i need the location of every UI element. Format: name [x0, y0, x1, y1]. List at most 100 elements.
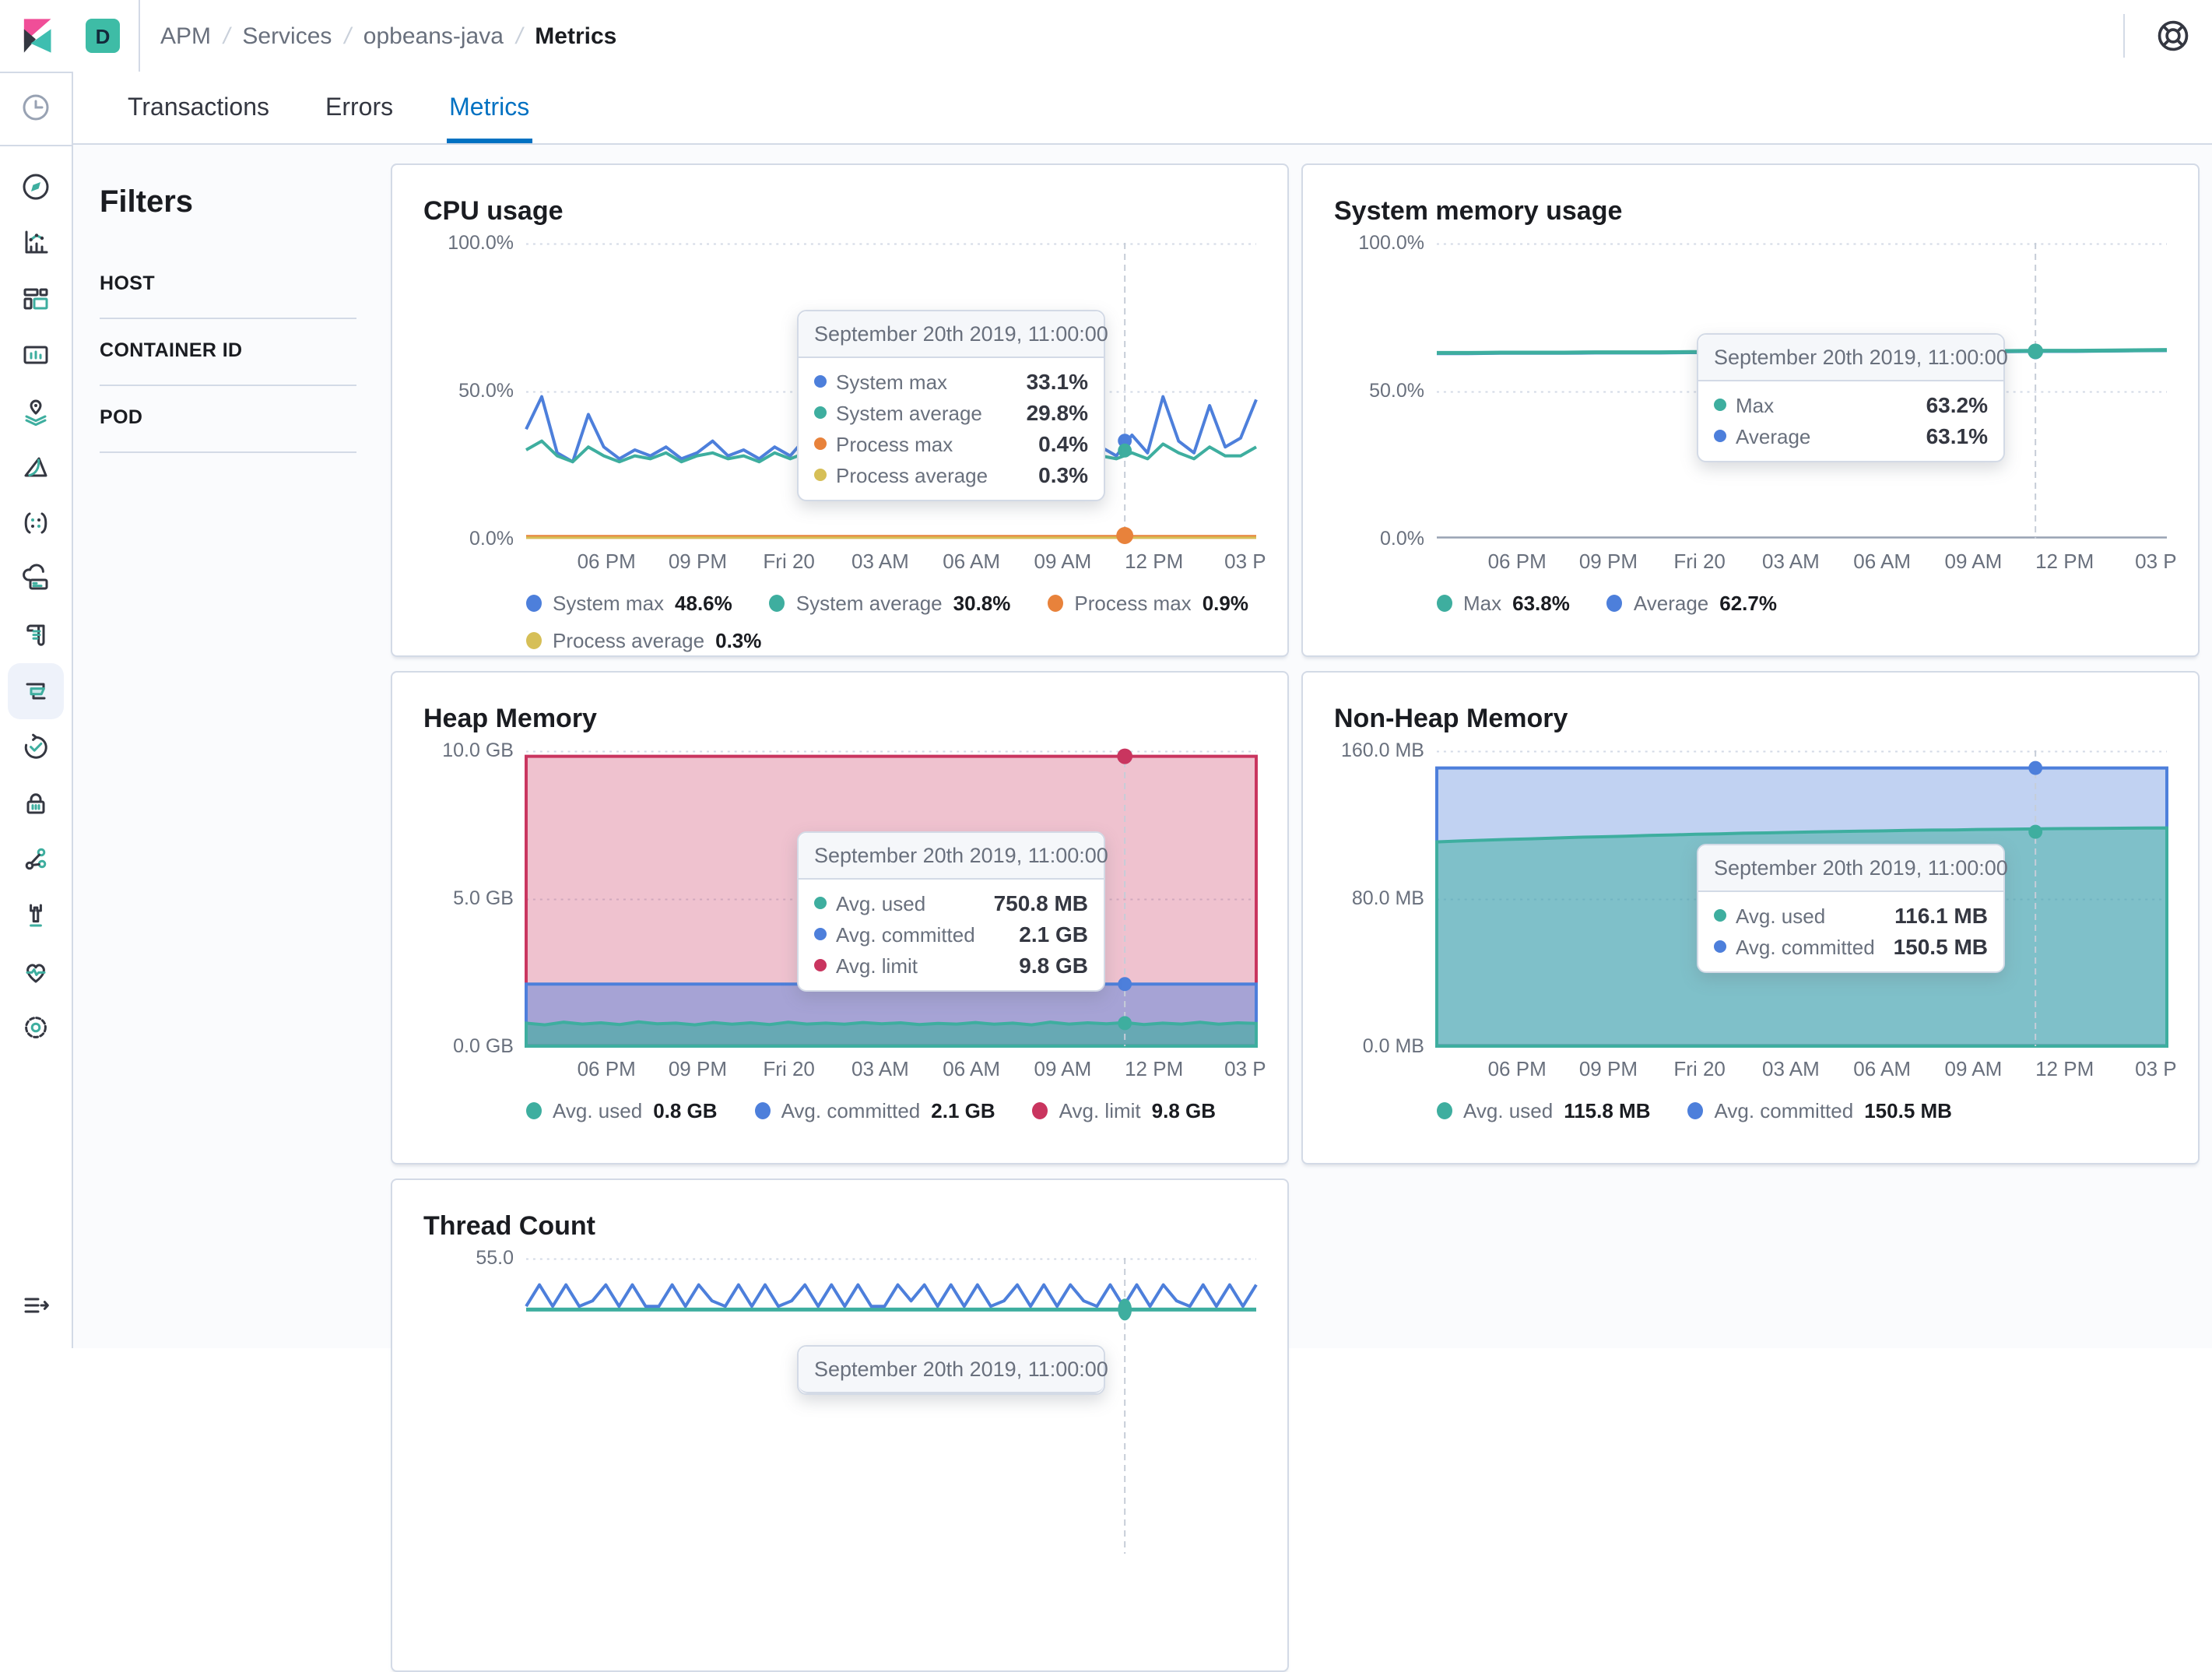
tooltip-row-label: Avg. committed [836, 922, 975, 946]
heart-pulse-icon [8, 943, 64, 999]
legend-value: 2.1 GB [931, 1099, 995, 1122]
legend-item[interactable]: Process max 0.9% [1048, 592, 1248, 615]
x-tick-label: Fri 20 [763, 550, 815, 573]
y-tick-label: 5.0 GB [453, 887, 514, 909]
filter-section-pod[interactable]: POD [100, 386, 356, 453]
sidebar-item-uptime[interactable] [0, 719, 72, 775]
filters-title: Filters [100, 185, 194, 220]
x-tick-label: 12 PM [2035, 1057, 2094, 1080]
legend-item[interactable]: Average 62.7% [1606, 592, 1777, 615]
legend-value: 0.9% [1202, 592, 1248, 615]
chart-plot-area[interactable]: September 20th 2019, 11:00:00 [525, 1258, 1258, 1554]
legend-item[interactable]: Avg. limit 9.8 GB [1032, 1099, 1217, 1122]
y-tick-label: 100.0% [1358, 232, 1424, 254]
sidebar-item-management[interactable] [0, 999, 72, 1056]
tooltip-date: September 20th 2019, 11:00:00 [799, 833, 1108, 880]
x-tick-label: 03 AM [851, 550, 909, 573]
crosshair-marker-teal [2028, 824, 2043, 839]
legend-value: 9.8 GB [1151, 1099, 1217, 1122]
apm-banner-icon [8, 663, 64, 719]
sidebar-collapse-button[interactable] [0, 1270, 72, 1342]
legend-item[interactable]: System average 30.8% [769, 592, 1010, 615]
sidebar-item-discover[interactable] [0, 159, 72, 215]
x-tick-label: 06 PM [577, 550, 636, 573]
sidebar-item-maps[interactable] [0, 383, 72, 439]
space-badge[interactable]: D [86, 19, 120, 53]
legend-value: 150.5 MB [1864, 1099, 1952, 1122]
tab-metrics[interactable]: Metrics [446, 79, 533, 143]
ml-swoosh-icon [8, 439, 64, 495]
y-tick-label: 0.0 MB [1362, 1035, 1424, 1057]
lock-icon [8, 775, 64, 831]
chart-plot-area[interactable]: September 20th 2019, 11:00:00 Max 63.2% Ave… [1437, 243, 2168, 539]
tooltip-row-value: 0.3% [1038, 462, 1088, 487]
y-tick-label: 100.0% [448, 232, 514, 254]
sidebar-item-logs[interactable] [0, 607, 72, 663]
breadcrumb-services[interactable]: Services [242, 23, 332, 49]
legend-item[interactable]: Avg. used 115.8 MB [1437, 1099, 1651, 1122]
orange-dot-icon [814, 437, 827, 450]
sidebar-item-infrastructure[interactable] [0, 551, 72, 607]
tooltip-row-value: 0.4% [1038, 431, 1088, 456]
x-tick-label: 03 P [1224, 550, 1266, 573]
sidebar-item-recently-viewed[interactable] [0, 72, 72, 143]
tooltip-row: Max 63.2% [1714, 392, 1988, 417]
filter-section-container-id[interactable]: CONTAINER ID [100, 319, 356, 386]
clock-icon [8, 79, 64, 135]
sidebar-item-visualize[interactable] [0, 215, 72, 271]
legend-item[interactable]: Avg. committed 2.1 GB [754, 1099, 995, 1122]
x-tick-label: 06 AM [1853, 1057, 1912, 1080]
tooltip-row-label: Process max [836, 432, 953, 455]
x-tick-label: Fri 20 [763, 1057, 815, 1080]
sidebar-item-machine-learning[interactable] [0, 439, 72, 495]
legend-label: Avg. committed [781, 1099, 921, 1122]
tooltip-row-value: 750.8 MB [993, 890, 1088, 915]
legend-value: 0.3% [715, 629, 762, 652]
sidebar-item-dashboard[interactable] [0, 271, 72, 327]
help-button[interactable] [2150, 12, 2196, 59]
breadcrumb-service-name[interactable]: opbeans-java [363, 23, 504, 49]
chart-legend: System max 48.6% System average 30.8% Proces… [526, 592, 1256, 652]
legend-item[interactable]: Avg. committed 150.5 MB [1687, 1099, 1952, 1122]
tab-errors[interactable]: Errors [322, 79, 396, 143]
tooltip-row: System max 33.1% [814, 369, 1088, 394]
chart-plot-area[interactable]: September 20th 2019, 11:00:00 Avg. used 11… [1435, 750, 2168, 1048]
sidebar-item-monitoring[interactable] [0, 943, 72, 999]
legend-item[interactable]: Avg. used 0.8 GB [526, 1099, 718, 1122]
legend-item[interactable]: Max 63.8% [1437, 592, 1570, 615]
sidebar-item-graph[interactable] [0, 831, 72, 887]
orange-dot-icon [1048, 595, 1064, 612]
chart-panel-threads: Thread Count 55.0 September 20th 2019, 11:… [391, 1178, 1289, 1672]
kibana-logo[interactable] [0, 0, 72, 73]
chart-tooltip: September 20th 2019, 11:00:00 Avg. used 11… [1697, 844, 2008, 973]
sidebar-item-code[interactable] [0, 495, 72, 551]
chart-tooltip: September 20th 2019, 11:00:00 [797, 1345, 1108, 1395]
breadcrumb-apm[interactable]: APM [160, 23, 211, 49]
chart-plot-area[interactable]: September 20th 2019, 11:00:00 Avg. used 75… [525, 748, 1258, 1048]
main-content: Filters HOST CONTAINER ID POD CPU usage 100… [72, 143, 2212, 1672]
sidebar-item-siem[interactable] [0, 775, 72, 831]
chart-legend: Max 63.8% Average 62.7% [1437, 592, 2167, 615]
chart-panel-cpu: CPU usage 100.0% 50.0% 0.0% September 20th 2… [391, 163, 1289, 657]
kibana-logo-icon [23, 19, 51, 53]
x-axis-labels: 06 PM 09 PM Fri 20 03 AM 06 AM 09 AM 12 PM 03 P [1437, 546, 2177, 574]
legend-item[interactable]: Process average 0.3% [526, 629, 761, 652]
sidebar-item-canvas[interactable] [0, 327, 72, 383]
legend-label: Avg. used [1463, 1099, 1554, 1122]
y-axis-labels: 55.0 [423, 1247, 514, 1554]
share-nodes-icon [8, 831, 64, 887]
sidebar-item-dev-tools[interactable] [0, 887, 72, 943]
tab-transactions[interactable]: Transactions [125, 79, 272, 143]
chart-plot-area[interactable]: September 20th 2019, 11:00:00 System max 3… [525, 243, 1258, 544]
sidebar-item-apm[interactable] [0, 663, 72, 719]
filter-section-host[interactable]: HOST [100, 252, 356, 319]
canvas-icon [8, 327, 64, 383]
breadcrumb-separator: / [223, 23, 230, 49]
legend-item[interactable]: System max 48.6% [526, 592, 732, 615]
topbar-right-divider [2123, 14, 2125, 58]
tooltip-row: System average 29.8% [814, 400, 1088, 425]
y-tick-label: 50.0% [458, 380, 514, 402]
teal-dot-icon [526, 1102, 542, 1119]
tooltip-row-label: System max [836, 370, 948, 393]
chart-title: CPU usage [423, 196, 564, 226]
